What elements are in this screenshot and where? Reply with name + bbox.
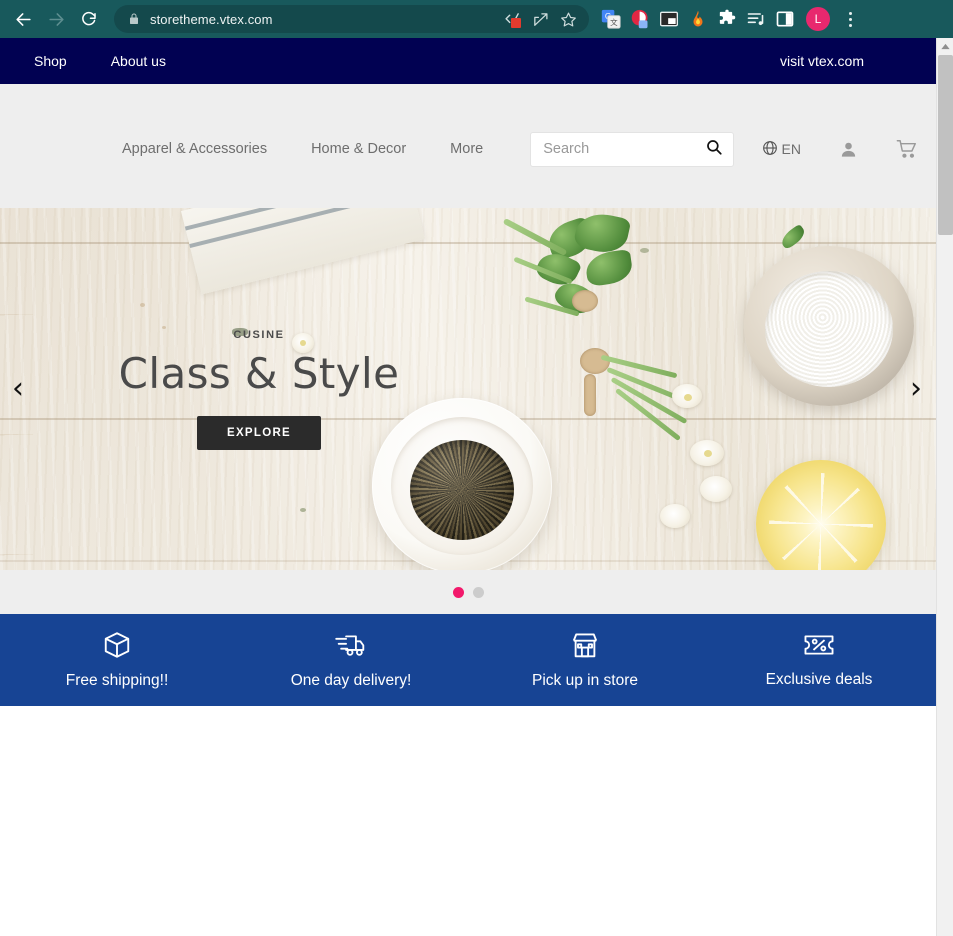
search-icon[interactable]: [705, 138, 723, 161]
kebab-menu-icon[interactable]: [839, 11, 861, 27]
browser-toolbar: storetheme.vtex.com G文: [0, 0, 953, 38]
code-blocked-icon[interactable]: [499, 6, 525, 32]
language-selector[interactable]: EN: [762, 140, 801, 159]
carousel-next-arrow[interactable]: ›: [910, 374, 922, 404]
adblock-icon[interactable]: [628, 7, 652, 31]
topbar-link-about-us[interactable]: About us: [111, 53, 166, 69]
language-label: EN: [781, 141, 801, 157]
benefit-label: Exclusive deals: [765, 671, 873, 688]
picture-in-picture-icon[interactable]: [657, 7, 681, 31]
back-arrow-icon[interactable]: [8, 4, 38, 34]
benefit-free-shipping[interactable]: Free shipping!!: [0, 630, 234, 690]
carousel-prev-arrow[interactable]: ‹: [12, 374, 24, 404]
shopping-cart-icon[interactable]: [896, 138, 918, 160]
reload-icon[interactable]: [74, 4, 104, 34]
site-topbar: Shop About us visit vtex.com: [0, 38, 936, 84]
search-input[interactable]: [543, 141, 705, 157]
omnibox-icons: [499, 6, 581, 32]
topbar-link-shop[interactable]: Shop: [34, 53, 67, 69]
svg-text:文: 文: [610, 17, 618, 27]
carousel-dots: [0, 570, 936, 614]
lock-icon: [128, 12, 140, 26]
person-icon[interactable]: [839, 140, 858, 159]
menu-item-home-decor[interactable]: Home & Decor: [289, 141, 428, 157]
address-bar[interactable]: storetheme.vtex.com: [114, 5, 589, 33]
menu-item-apparel-accessories[interactable]: Apparel & Accessories: [100, 141, 289, 157]
site-header: Apparel & Accessories Home & Decor More …: [0, 84, 936, 208]
hero-content: CUSINE Class & Style EXPLORE: [0, 208, 936, 570]
benefit-exclusive-deals[interactable]: Exclusive deals: [702, 631, 936, 689]
hero-carousel: CUSINE Class & Style EXPLORE ‹ ›: [0, 208, 936, 570]
carousel-dot-2[interactable]: [472, 586, 484, 598]
extension-toolbar: G文 L: [599, 7, 861, 31]
globe-icon: [762, 140, 778, 159]
carousel-dot-1[interactable]: [452, 586, 464, 598]
benefit-label: One day delivery!: [290, 672, 412, 689]
discount-tag-icon: [803, 631, 835, 664]
menu-item-more[interactable]: More: [428, 141, 505, 157]
benefit-label: Pick up in store: [532, 672, 638, 689]
hot-icon[interactable]: [686, 7, 710, 31]
side-panel-icon[interactable]: [773, 7, 797, 31]
page-viewport: Shop About us visit vtex.com Apparel & A…: [0, 38, 936, 936]
playlist-icon[interactable]: [744, 7, 768, 31]
scrollbar-thumb[interactable]: [938, 55, 953, 235]
benefits-bar: Free shipping!! One day delivery! Pick u…: [0, 614, 936, 706]
visit-vtex-link[interactable]: visit vtex.com: [780, 53, 864, 69]
storefront-icon: [570, 630, 600, 665]
benefit-pick-up-in-store[interactable]: Pick up in store: [468, 630, 702, 690]
google-translate-icon[interactable]: G文: [599, 7, 623, 31]
vertical-scrollbar[interactable]: [936, 38, 953, 936]
explore-button[interactable]: EXPLORE: [196, 415, 322, 450]
benefit-one-day-delivery[interactable]: One day delivery!: [234, 630, 468, 690]
share-icon[interactable]: [527, 6, 553, 32]
scroll-up-arrow-icon[interactable]: [937, 38, 953, 55]
avatar[interactable]: L: [806, 7, 830, 31]
url-text: storetheme.vtex.com: [150, 11, 273, 27]
search-box[interactable]: [530, 131, 734, 167]
header-actions: EN: [734, 138, 918, 160]
forward-arrow-icon[interactable]: [41, 4, 71, 34]
hero-title: Class & Style: [118, 348, 400, 398]
delivery-truck-icon: [335, 630, 367, 665]
package-box-icon: [102, 630, 132, 665]
page-body-empty: [0, 706, 936, 936]
benefit-label: Free shipping!!: [65, 672, 169, 689]
category-menu: Apparel & Accessories Home & Decor More: [0, 141, 505, 157]
bookmark-star-icon[interactable]: [555, 6, 581, 32]
navigation-buttons: [0, 4, 104, 34]
puzzle-extensions-icon[interactable]: [715, 7, 739, 31]
hero-eyebrow: CUSINE: [233, 328, 285, 341]
